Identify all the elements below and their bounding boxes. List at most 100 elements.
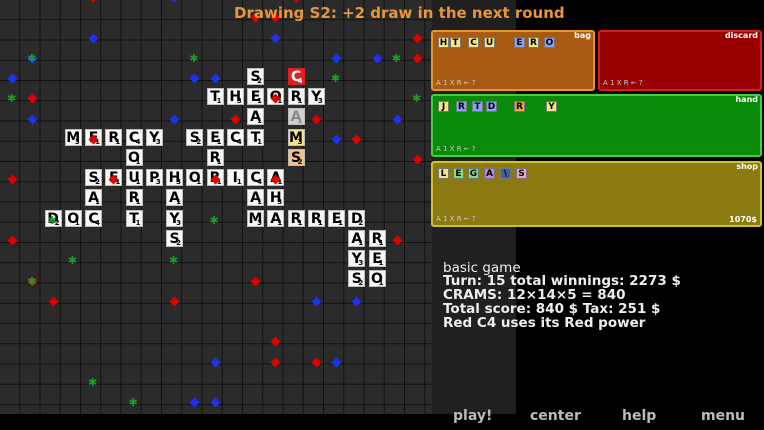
red-bonus-marker <box>270 357 281 367</box>
letter-tile[interactable]: R1 <box>368 229 386 247</box>
letter-tile[interactable]: S2 <box>348 270 366 288</box>
letter-tile[interactable]: C4 <box>247 169 264 186</box>
shop-tile[interactable]: S <box>516 168 527 179</box>
letter-tile[interactable]: S2 <box>166 229 183 247</box>
letter-tile[interactable]: H3 <box>226 88 244 105</box>
red-bonus-marker <box>88 0 99 3</box>
letter-tile[interactable]: E1 <box>206 128 224 146</box>
status-banner: Drawing S2: +2 draw in the next round <box>234 4 565 22</box>
hand-tile[interactable]: R <box>456 101 467 112</box>
bag-tile[interactable]: C <box>468 37 479 48</box>
letter-tile[interactable]: R1 <box>125 189 143 207</box>
letter-tile[interactable]: S2 <box>85 169 102 186</box>
shop-tile[interactable]: L <box>438 168 449 179</box>
letter-tile[interactable]: R1 <box>206 148 224 166</box>
tile-value: 1 <box>297 117 303 126</box>
letter-tile[interactable]: T1 <box>125 209 143 227</box>
letter-tile[interactable]: E1 <box>368 250 386 267</box>
shop-tile[interactable]: A <box>484 168 495 179</box>
red-bonus-marker <box>169 296 180 307</box>
letter-tile[interactable]: R1 <box>287 209 305 227</box>
shop-controls[interactable]: A 1 X R ← ? <box>436 215 476 223</box>
shop-tile[interactable]: E <box>453 168 464 179</box>
letter-tile[interactable]: A1 <box>247 189 264 207</box>
bag-tile[interactable]: O <box>544 37 555 48</box>
letter-tile[interactable]: C4 <box>287 67 305 85</box>
bag-tile[interactable]: E <box>514 37 525 48</box>
tile-value: 1 <box>135 218 141 227</box>
letter-tile[interactable]: R1 <box>307 209 325 227</box>
bag-tile[interactable]: R <box>528 37 539 48</box>
hand-tile[interactable]: T <box>472 101 483 112</box>
shop-tile[interactable]: \ <box>500 168 511 179</box>
hand-tile[interactable]: Y <box>546 101 557 112</box>
shop-tile[interactable]: G <box>468 168 479 179</box>
help-button[interactable]: help <box>622 408 656 424</box>
tile-value: 1 <box>135 178 141 186</box>
shop-panel[interactable]: shop A 1 X R ← ? 1070$ L E G A \ S <box>431 161 762 227</box>
letter-tile[interactable]: H3 <box>267 189 285 207</box>
bag-tile[interactable]: T <box>450 37 461 48</box>
tile-value: 2 <box>297 157 303 166</box>
bag-tile[interactable]: H <box>438 37 449 48</box>
letter-tile[interactable]: U1 <box>125 169 143 186</box>
hand-controls[interactable]: A 1 X R ← ? <box>436 145 476 153</box>
letter-tile[interactable]: T1 <box>247 128 264 146</box>
letter-tile[interactable]: R1 <box>105 128 123 146</box>
letter-tile[interactable]: S2 <box>186 128 204 146</box>
letter-tile[interactable]: M3 <box>247 209 264 227</box>
hand-tile[interactable]: D <box>486 101 497 112</box>
letter-tile[interactable]: O1 <box>125 148 143 166</box>
letter-tile[interactable]: Y3 <box>307 88 325 105</box>
tile-value: 3 <box>176 218 181 227</box>
play-button[interactable]: play! <box>453 408 492 424</box>
letter-tile[interactable]: A1 <box>247 108 264 126</box>
letter-tile[interactable]: S2 <box>287 148 305 166</box>
letter-tile[interactable]: S2 <box>247 67 264 85</box>
hand-tile[interactable]: J <box>438 101 449 112</box>
letter-tile[interactable]: P3 <box>145 169 163 186</box>
center-button[interactable]: center <box>530 408 581 424</box>
tile-value: 4 <box>297 76 303 85</box>
hand-tile[interactable]: R <box>514 101 525 112</box>
tile-value: 4 <box>135 137 141 146</box>
discard-controls[interactable]: A 1 X R ← ? <box>603 79 643 87</box>
tile-value: 2 <box>358 279 364 288</box>
bag-panel[interactable]: bag A 1 X R ← ? HTCU ERO <box>431 30 595 91</box>
letter-tile[interactable]: O1 <box>368 270 386 288</box>
letter-tile[interactable]: M3 <box>287 128 305 146</box>
letter-tile[interactable]: E1 <box>328 209 345 227</box>
letter-tile[interactable]: Y3 <box>348 250 366 267</box>
letter-tile[interactable]: I1 <box>226 169 244 186</box>
letter-tile[interactable]: O1 <box>64 209 82 227</box>
blue-bonus-marker <box>27 114 38 124</box>
letter-tile[interactable]: H3 <box>166 169 183 186</box>
star-marker: ✱ <box>391 51 401 65</box>
hand-panel[interactable]: hand A 1 X R ← ? JRTDRY <box>431 94 762 157</box>
letter-tile[interactable]: E1 <box>247 88 264 105</box>
tile-value: 3 <box>74 137 80 146</box>
letter-tile[interactable]: C4 <box>226 128 244 146</box>
letter-tile[interactable]: Y3 <box>145 128 163 146</box>
letter-tile[interactable]: R1 <box>287 88 305 105</box>
menu-button[interactable]: menu <box>701 408 745 424</box>
bag-controls[interactable]: A 1 X R ← ? <box>436 79 476 87</box>
discard-panel[interactable]: discard A 1 X R ← ? <box>598 30 762 91</box>
letter-tile[interactable]: T1 <box>206 88 224 105</box>
letter-tile[interactable]: A1 <box>166 189 183 207</box>
game-board[interactable]: S2C4T1H3E1O1R1Y3A1A1M3E1R1C4Y3S2E1C4T1M3… <box>0 0 432 414</box>
letter-tile[interactable]: A1 <box>267 209 285 227</box>
bag-tile[interactable]: U <box>484 37 495 48</box>
tile-value: 1 <box>176 198 181 207</box>
letter-tile[interactable]: M3 <box>64 128 82 146</box>
tile-value: 3 <box>155 178 161 186</box>
letter-tile[interactable]: A1 <box>287 108 305 126</box>
letter-tile[interactable]: A1 <box>348 229 366 247</box>
letter-tile[interactable]: C4 <box>85 209 102 227</box>
letter-tile[interactable]: D2 <box>348 209 366 227</box>
letter-tile[interactable]: Y3 <box>166 209 183 227</box>
letter-tile[interactable]: A1 <box>85 189 102 207</box>
blue-bonus-marker <box>7 73 18 84</box>
letter-tile[interactable]: C4 <box>125 128 143 146</box>
letter-tile[interactable]: O1 <box>186 169 204 186</box>
